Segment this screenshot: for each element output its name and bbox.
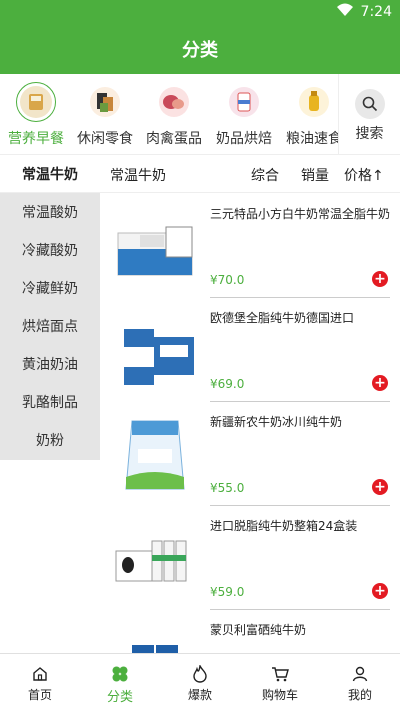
product-list: 三元特品小方白牛奶常温全脂牛奶 ¥70.0 + 欧德堡全脂纯牛奶德国进口 ¥69…	[100, 193, 400, 653]
sort-sales[interactable]: 销量	[301, 165, 329, 185]
category-breakfast[interactable]: 营养早餐	[0, 82, 72, 148]
category-bar: 营养早餐 休闲零食 肉禽蛋品 奶品烘焙 粮油速食 搜索	[0, 74, 400, 155]
filter-row: 常温牛奶 常温牛奶 综合 销量 价格↑	[0, 155, 400, 193]
sidebar-item[interactable]: 奶粉	[0, 421, 100, 459]
sidebar-item[interactable]: 冷藏鲜奶	[0, 269, 100, 307]
bottom-tab-bar: 首页 分类 爆款 购物车 我的	[0, 653, 400, 710]
product-name: 蒙贝利富硒纯牛奶	[210, 623, 307, 637]
product-item[interactable]: 欧德堡全脂纯牛奶德国进口 ¥69.0 +	[100, 297, 400, 402]
category-dairy[interactable]: 奶品烘焙	[208, 82, 280, 148]
sort-composite[interactable]: 综合	[251, 165, 279, 185]
add-to-cart-button[interactable]: +	[372, 479, 388, 495]
add-to-cart-button[interactable]: +	[372, 375, 388, 391]
category-label: 休闲零食	[77, 131, 133, 147]
tab-home[interactable]: 首页	[0, 654, 80, 710]
tab-label: 购物车	[261, 688, 298, 702]
category-icon	[80, 664, 160, 684]
user-icon	[320, 664, 400, 684]
product-image	[110, 411, 200, 495]
sidebar-selected-item[interactable]: 常温牛奶	[0, 155, 100, 193]
product-name: 欧德堡全脂纯牛奶德国进口	[210, 311, 355, 325]
product-image	[110, 515, 200, 599]
tab-cart[interactable]: 购物车	[240, 654, 320, 710]
product-item[interactable]: 进口脱脂纯牛奶整箱24盒装 ¥59.0 +	[100, 505, 400, 610]
category-label: 奶品烘焙	[216, 131, 272, 147]
tab-profile[interactable]: 我的	[320, 654, 400, 710]
product-image	[110, 619, 200, 653]
tab-hot[interactable]: 爆款	[160, 654, 240, 710]
status-bar: 7:24	[0, 0, 400, 24]
tab-label: 爆款	[187, 688, 212, 702]
tab-label: 首页	[27, 688, 52, 702]
status-time: 7:24	[360, 4, 392, 20]
product-name: 进口脱脂纯牛奶整箱24盒装	[210, 519, 358, 533]
fire-icon	[160, 664, 240, 684]
sidebar-item[interactable]: 常温酸奶	[0, 193, 100, 231]
snack-icon	[85, 82, 125, 122]
product-image	[110, 307, 200, 391]
product-item[interactable]: 三元特品小方白牛奶常温全脂牛奶 ¥70.0 +	[100, 193, 400, 298]
meat-icon	[154, 82, 194, 122]
search-button[interactable]: 搜索	[338, 74, 400, 154]
current-subcategory: 常温牛奶	[110, 168, 166, 184]
subcategory-sidebar: 常温酸奶 冷藏酸奶 冷藏鲜奶 烘焙面点 黄油奶油 乳酪制品 奶粉	[0, 193, 100, 460]
cart-icon	[240, 664, 320, 684]
product-price: ¥69.0	[210, 377, 245, 391]
category-snacks[interactable]: 休闲零食	[69, 82, 141, 148]
add-to-cart-button[interactable]: +	[372, 271, 388, 287]
sidebar-item[interactable]: 乳酪制品	[0, 383, 100, 421]
dairy-icon	[224, 82, 264, 122]
product-image	[110, 203, 200, 287]
category-label: 肉禽蛋品	[146, 131, 202, 147]
category-label: 营养早餐	[8, 131, 64, 147]
search-icon	[354, 89, 385, 119]
breakfast-icon	[16, 82, 56, 122]
product-price: ¥55.0	[210, 481, 245, 495]
grain-icon	[294, 82, 334, 122]
sidebar-item[interactable]: 烘焙面点	[0, 307, 100, 345]
product-item[interactable]: 新疆新农牛奶冰川纯牛奶 ¥55.0 +	[100, 401, 400, 506]
app-bar: 分类	[0, 24, 400, 74]
page-title: 分类	[182, 40, 218, 61]
home-icon	[0, 664, 80, 684]
product-item[interactable]: 蒙贝利富硒纯牛奶	[100, 609, 400, 653]
tab-category[interactable]: 分类	[80, 654, 160, 710]
product-price: ¥70.0	[210, 273, 245, 287]
product-name: 新疆新农牛奶冰川纯牛奶	[210, 415, 343, 429]
add-to-cart-button[interactable]: +	[372, 583, 388, 599]
category-meat[interactable]: 肉禽蛋品	[138, 82, 210, 148]
sidebar-item[interactable]: 黄油奶油	[0, 345, 100, 383]
product-name: 三元特品小方白牛奶常温全脂牛奶	[210, 207, 391, 221]
tab-label: 分类	[106, 690, 133, 705]
product-price: ¥59.0	[210, 585, 245, 599]
tab-label: 我的	[347, 688, 372, 702]
sort-price[interactable]: 价格↑	[344, 165, 384, 185]
search-label: 搜索	[355, 126, 384, 142]
wifi-icon	[336, 3, 353, 21]
sidebar-item[interactable]: 冷藏酸奶	[0, 231, 100, 269]
